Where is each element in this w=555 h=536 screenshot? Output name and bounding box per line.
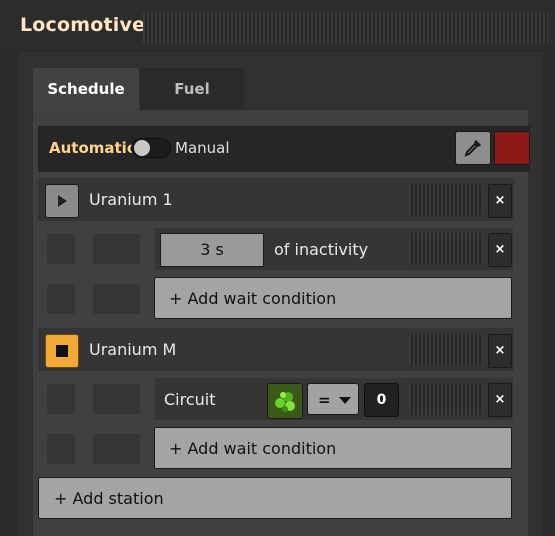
add-wait-condition-button[interactable]: + Add wait condition (154, 277, 512, 319)
condition-slot (47, 384, 75, 414)
condition-slot (93, 234, 140, 264)
add-wait-condition-button[interactable]: + Add wait condition (154, 427, 512, 469)
remove-station-button[interactable]: × (488, 184, 512, 218)
titlebar-drag-handle[interactable] (143, 12, 548, 44)
window-title: Locomotive (20, 14, 146, 36)
comparator-value: = (318, 391, 331, 409)
manual-label: Manual (175, 139, 230, 157)
station-drag-handle[interactable] (409, 334, 481, 366)
condition-type-label[interactable]: Circuit (164, 390, 216, 409)
chevron-down-icon (339, 397, 351, 404)
condition-label: of inactivity (274, 240, 369, 259)
stop-icon (56, 345, 68, 357)
remove-condition-button[interactable]: × (488, 383, 512, 417)
condition-slot (47, 234, 75, 264)
tab-schedule[interactable]: Schedule (33, 68, 139, 111)
station-name[interactable]: Uranium 1 (89, 190, 173, 209)
condition-slot (93, 384, 140, 414)
station-go-button[interactable] (45, 184, 79, 218)
station-current-button[interactable] (45, 334, 79, 368)
color-picker-button[interactable] (455, 131, 491, 165)
station-name[interactable]: Uranium M (89, 340, 176, 359)
train-color-swatch[interactable] (494, 131, 530, 165)
tab-fuel[interactable]: Fuel (140, 68, 244, 111)
condition-drag-handle[interactable] (409, 233, 481, 265)
eyedropper-icon (464, 140, 481, 157)
constant-value-field[interactable]: 0 (364, 383, 399, 417)
schedule-content (33, 110, 528, 536)
play-icon (58, 195, 67, 207)
condition-slot (93, 284, 140, 314)
automatic-manual-toggle[interactable] (131, 138, 171, 158)
circuit-signal-button[interactable] (267, 383, 303, 419)
automatic-label: Automatic (49, 139, 136, 157)
station-drag-handle[interactable] (409, 184, 481, 216)
toggle-knob (134, 140, 150, 156)
remove-condition-button[interactable]: × (488, 233, 512, 267)
green-ore-signal-icon (275, 392, 295, 412)
comparator-dropdown[interactable]: = (307, 383, 359, 415)
condition-slot (93, 434, 140, 464)
remove-station-button[interactable]: × (488, 334, 512, 368)
add-station-button[interactable]: + Add station (38, 477, 512, 519)
condition-slot (47, 284, 75, 314)
condition-drag-handle[interactable] (409, 383, 481, 415)
condition-slot (47, 434, 75, 464)
inactivity-time-button[interactable]: 3 s (160, 233, 264, 267)
